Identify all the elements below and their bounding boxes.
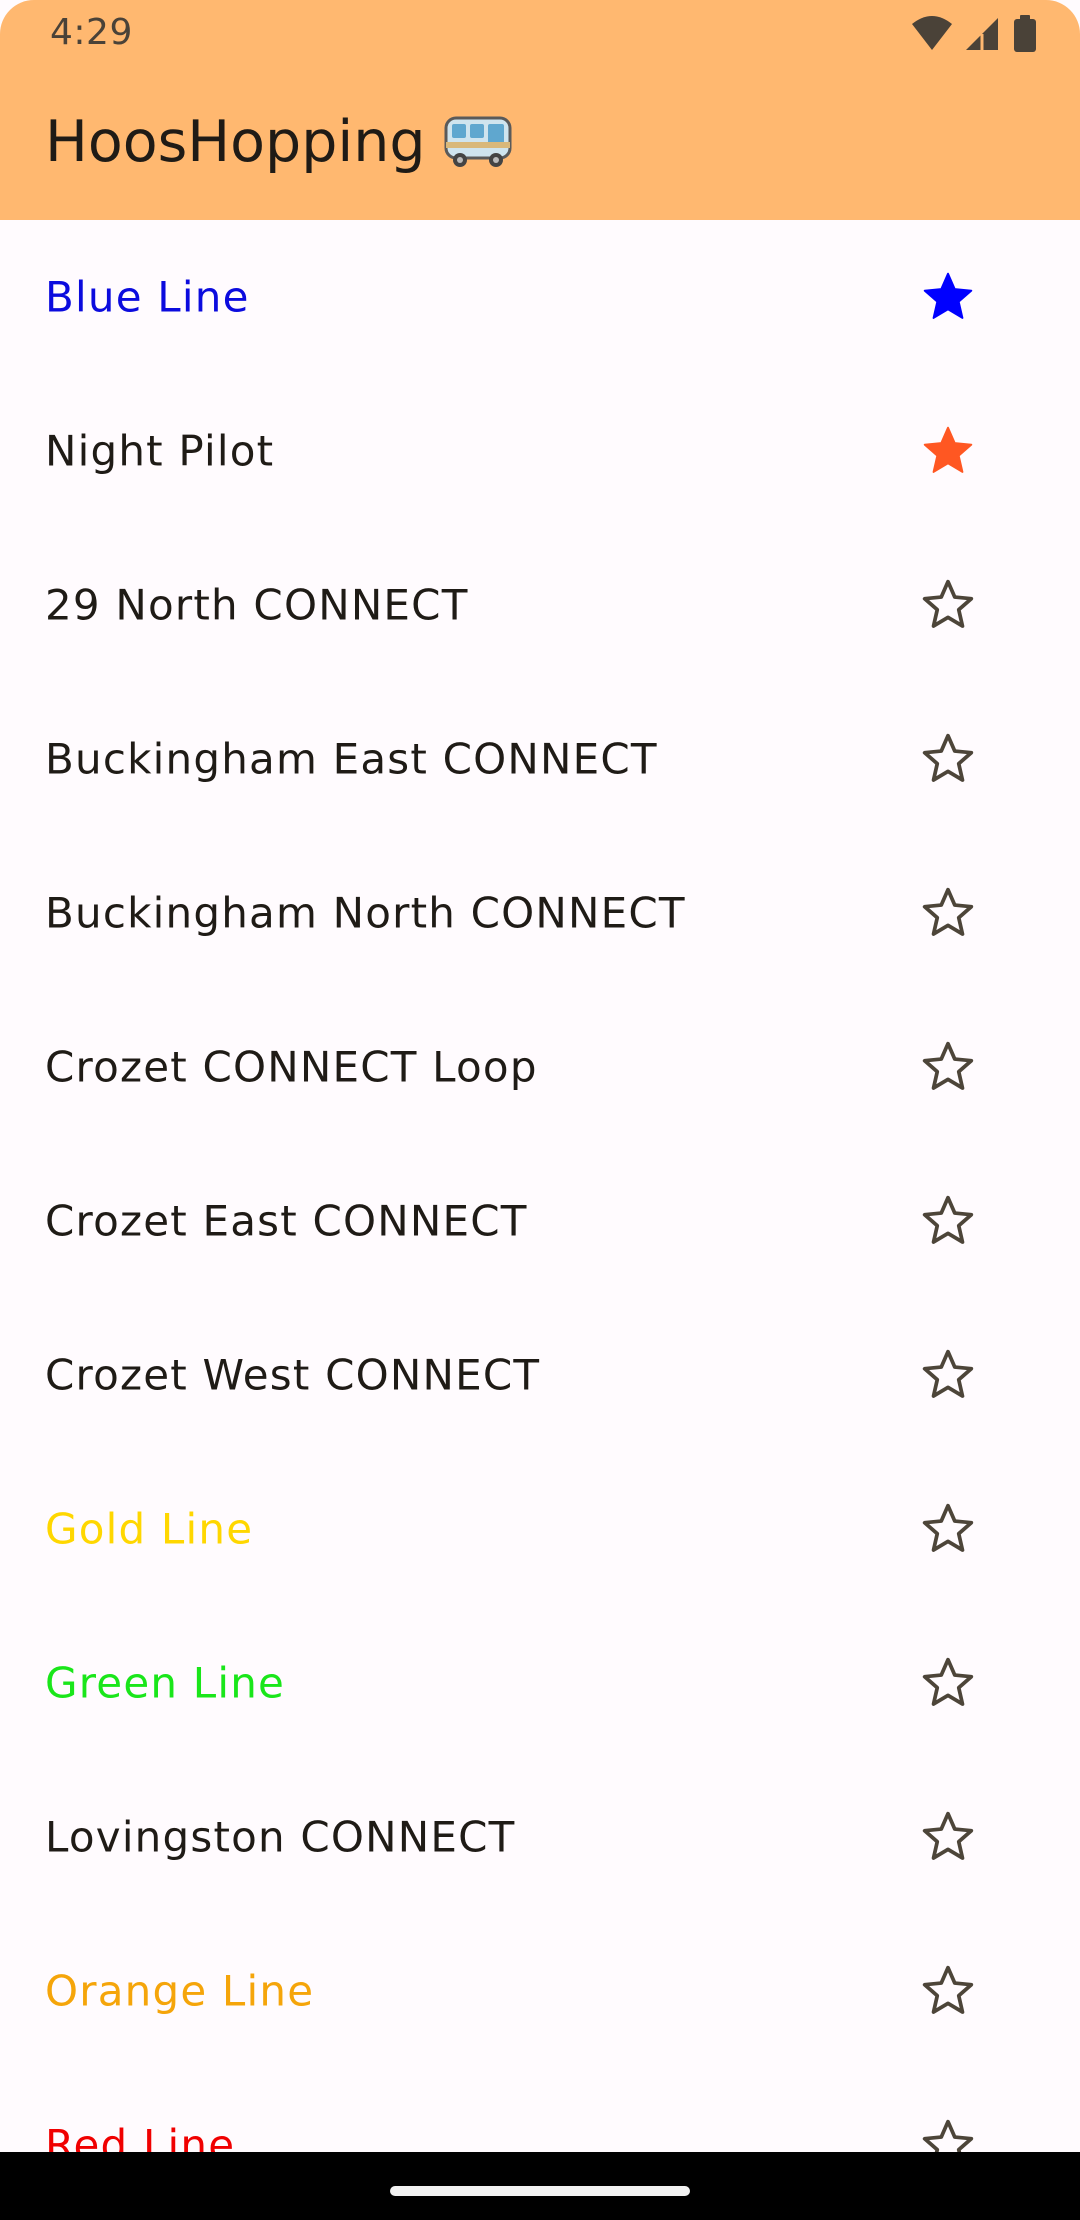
route-row[interactable]: 29 North CONNECT [0, 528, 1080, 682]
route-row[interactable]: Blue Line [0, 220, 1080, 374]
route-name: Crozet West CONNECT [45, 1350, 541, 1400]
route-row[interactable]: Lovingston CONNECT [0, 1760, 1080, 1914]
route-name: 29 North CONNECT [45, 580, 469, 630]
favorite-star-button[interactable] [900, 1327, 996, 1423]
route-name: Orange Line [45, 1966, 315, 2016]
bus-icon [442, 112, 514, 172]
favorite-star-button[interactable] [900, 557, 996, 653]
star-outline-icon [922, 887, 974, 936]
wifi-icon [910, 14, 954, 54]
screen: 4:29 HoosHopping Blue Line Night Pilot 2… [0, 0, 1080, 2220]
favorite-star-button[interactable] [900, 249, 996, 345]
navigation-bar [0, 2152, 1080, 2220]
star-outline-icon [922, 1657, 974, 1706]
route-name: Green Line [45, 1658, 286, 1708]
route-row[interactable]: Crozet CONNECT Loop [0, 990, 1080, 1144]
route-list[interactable]: Blue Line Night Pilot 29 North CONNECT Buck… [0, 220, 1080, 2152]
route-row[interactable]: Orange Line [0, 1914, 1080, 2068]
star-outline-icon [922, 1965, 974, 2014]
route-name: Buckingham East CONNECT [45, 734, 658, 784]
star-outline-icon [922, 579, 974, 628]
star-filled-icon [923, 426, 973, 473]
favorite-star-button[interactable] [900, 711, 996, 807]
route-name: Night Pilot [45, 426, 275, 476]
star-outline-icon [922, 1811, 974, 1860]
favorite-star-button[interactable] [900, 403, 996, 499]
favorite-star-button[interactable] [900, 1019, 996, 1115]
app-bar: 4:29 HoosHopping [0, 0, 1080, 220]
favorite-star-button[interactable] [900, 2097, 996, 2152]
route-name: Buckingham North CONNECT [45, 888, 686, 938]
favorite-star-button[interactable] [900, 1789, 996, 1885]
app-title-text: HoosHopping [45, 109, 426, 175]
status-icons [910, 14, 1038, 54]
star-filled-icon [923, 272, 973, 319]
battery-icon [1012, 14, 1038, 54]
route-row[interactable]: Red Line [0, 2068, 1080, 2152]
star-outline-icon [922, 1041, 974, 1090]
route-row[interactable]: Crozet East CONNECT [0, 1144, 1080, 1298]
route-row[interactable]: Buckingham North CONNECT [0, 836, 1080, 990]
star-outline-icon [922, 1195, 974, 1244]
route-row[interactable]: Buckingham East CONNECT [0, 682, 1080, 836]
star-outline-icon [922, 1503, 974, 1552]
favorite-star-button[interactable] [900, 1635, 996, 1731]
route-name: Gold Line [45, 1504, 254, 1554]
star-outline-icon [922, 733, 974, 782]
home-handle[interactable] [390, 2186, 690, 2196]
route-name: Blue Line [45, 272, 250, 322]
favorite-star-button[interactable] [900, 1481, 996, 1577]
route-row[interactable]: Night Pilot [0, 374, 1080, 528]
route-row[interactable]: Crozet West CONNECT [0, 1298, 1080, 1452]
route-name: Lovingston CONNECT [45, 1812, 516, 1862]
cellular-signal-icon [964, 14, 1002, 54]
route-row[interactable]: Gold Line [0, 1452, 1080, 1606]
route-name: Crozet East CONNECT [45, 1196, 528, 1246]
favorite-star-button[interactable] [900, 1173, 996, 1269]
star-outline-icon [922, 2119, 974, 2152]
favorite-star-button[interactable] [900, 1943, 996, 2039]
route-name: Crozet CONNECT Loop [45, 1042, 538, 1092]
star-outline-icon [922, 1349, 974, 1398]
favorite-star-button[interactable] [900, 865, 996, 961]
route-name: Red Line [45, 2120, 236, 2153]
route-row[interactable]: Green Line [0, 1606, 1080, 1760]
app-title: HoosHopping [45, 104, 514, 180]
status-time: 4:29 [50, 12, 133, 53]
